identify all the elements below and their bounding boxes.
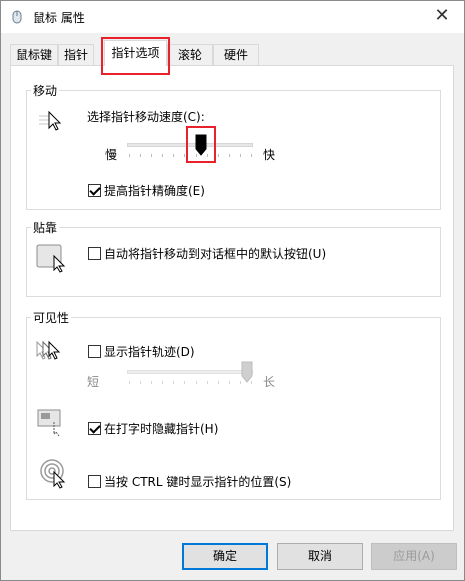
trails-short-label: 短 <box>87 375 100 389</box>
tab-hardware[interactable]: 硬件 <box>213 44 259 65</box>
slider-tick <box>195 381 197 384</box>
slider-tick <box>140 154 142 157</box>
motion-group-title: 移动 <box>31 82 60 99</box>
snap-to-button-icon <box>36 244 66 273</box>
show-location-icon <box>40 459 66 489</box>
trails-slider-track <box>127 370 253 374</box>
pointer-options-panel: 移动 选择指针移动速度(C): 慢 快 提高指针精确度(E) 贴靠 自动将指针移… <box>10 65 454 531</box>
slider-tick <box>184 381 186 384</box>
precision-label[interactable]: 提高指针精确度(E) <box>104 182 205 199</box>
slider-tick <box>162 381 164 384</box>
ctrl-location-label[interactable]: 当按 CTRL 键时显示指针的位置(S) <box>104 473 291 490</box>
speed-label: 选择指针移动速度(C): <box>87 110 205 124</box>
pointer-trails-icon <box>36 340 61 360</box>
close-icon[interactable]: ✕ <box>430 5 454 29</box>
speed-slow-label: 慢 <box>105 148 118 162</box>
apply-button[interactable]: 应用(A) <box>371 543 457 570</box>
slider-tick <box>184 154 186 157</box>
slider-tick <box>251 154 252 157</box>
slider-tick <box>151 154 153 157</box>
snap-label[interactable]: 自动将指针移动到对话框中的默认按钮(U) <box>104 245 326 262</box>
slider-tick <box>228 154 230 157</box>
tab-highlight-box <box>101 37 170 75</box>
speed-fast-label: 快 <box>263 148 276 162</box>
pointer-speed-icon <box>39 110 62 131</box>
trails-label[interactable]: 显示指针轨迹(D) <box>104 343 195 360</box>
trails-long-label: 长 <box>263 375 276 389</box>
slider-tick <box>129 154 130 157</box>
hide-typing-label[interactable]: 在打字时隐藏指针(H) <box>104 420 218 437</box>
slider-tick <box>206 381 208 384</box>
visibility-group-title: 可见性 <box>31 309 72 326</box>
cancel-button[interactable]: 取消 <box>277 543 363 570</box>
snap-group-title: 贴靠 <box>31 219 60 236</box>
slider-tick <box>217 381 219 384</box>
slider-tick <box>228 381 230 384</box>
slider-tick <box>162 154 164 157</box>
tab-pointers[interactable]: 指针 <box>58 44 94 65</box>
slider-tick <box>217 154 219 157</box>
ctrl-location-checkbox[interactable] <box>88 475 101 488</box>
slider-tick <box>173 381 175 384</box>
mouse-properties-window: 鼠标 属性 ✕ 鼠标键 指针 指针选项 滚轮 硬件 移动 选择指针移动速度(C)… <box>0 0 465 581</box>
window-title: 鼠标 属性 <box>33 11 85 25</box>
tab-wheel[interactable]: 滚轮 <box>167 44 213 65</box>
snap-checkbox[interactable] <box>88 247 101 260</box>
hide-while-typing-icon <box>37 409 61 437</box>
mouse-app-icon <box>12 10 22 24</box>
slider-tick <box>173 154 175 157</box>
trails-slider-thumb <box>241 361 253 383</box>
speed-thumb-highlight <box>186 126 217 163</box>
title-bar: 鼠标 属性 ✕ <box>1 1 464 33</box>
tab-buttons[interactable]: 鼠标键 <box>10 44 58 65</box>
slider-tick <box>140 381 142 384</box>
slider-tick <box>129 381 130 384</box>
hide-typing-checkbox[interactable] <box>88 422 101 435</box>
slider-tick <box>151 381 153 384</box>
snap-group <box>26 227 441 297</box>
precision-checkbox[interactable] <box>88 184 101 197</box>
ok-button[interactable]: 确定 <box>182 543 268 570</box>
slider-tick <box>239 154 241 157</box>
trails-checkbox[interactable] <box>88 345 101 358</box>
